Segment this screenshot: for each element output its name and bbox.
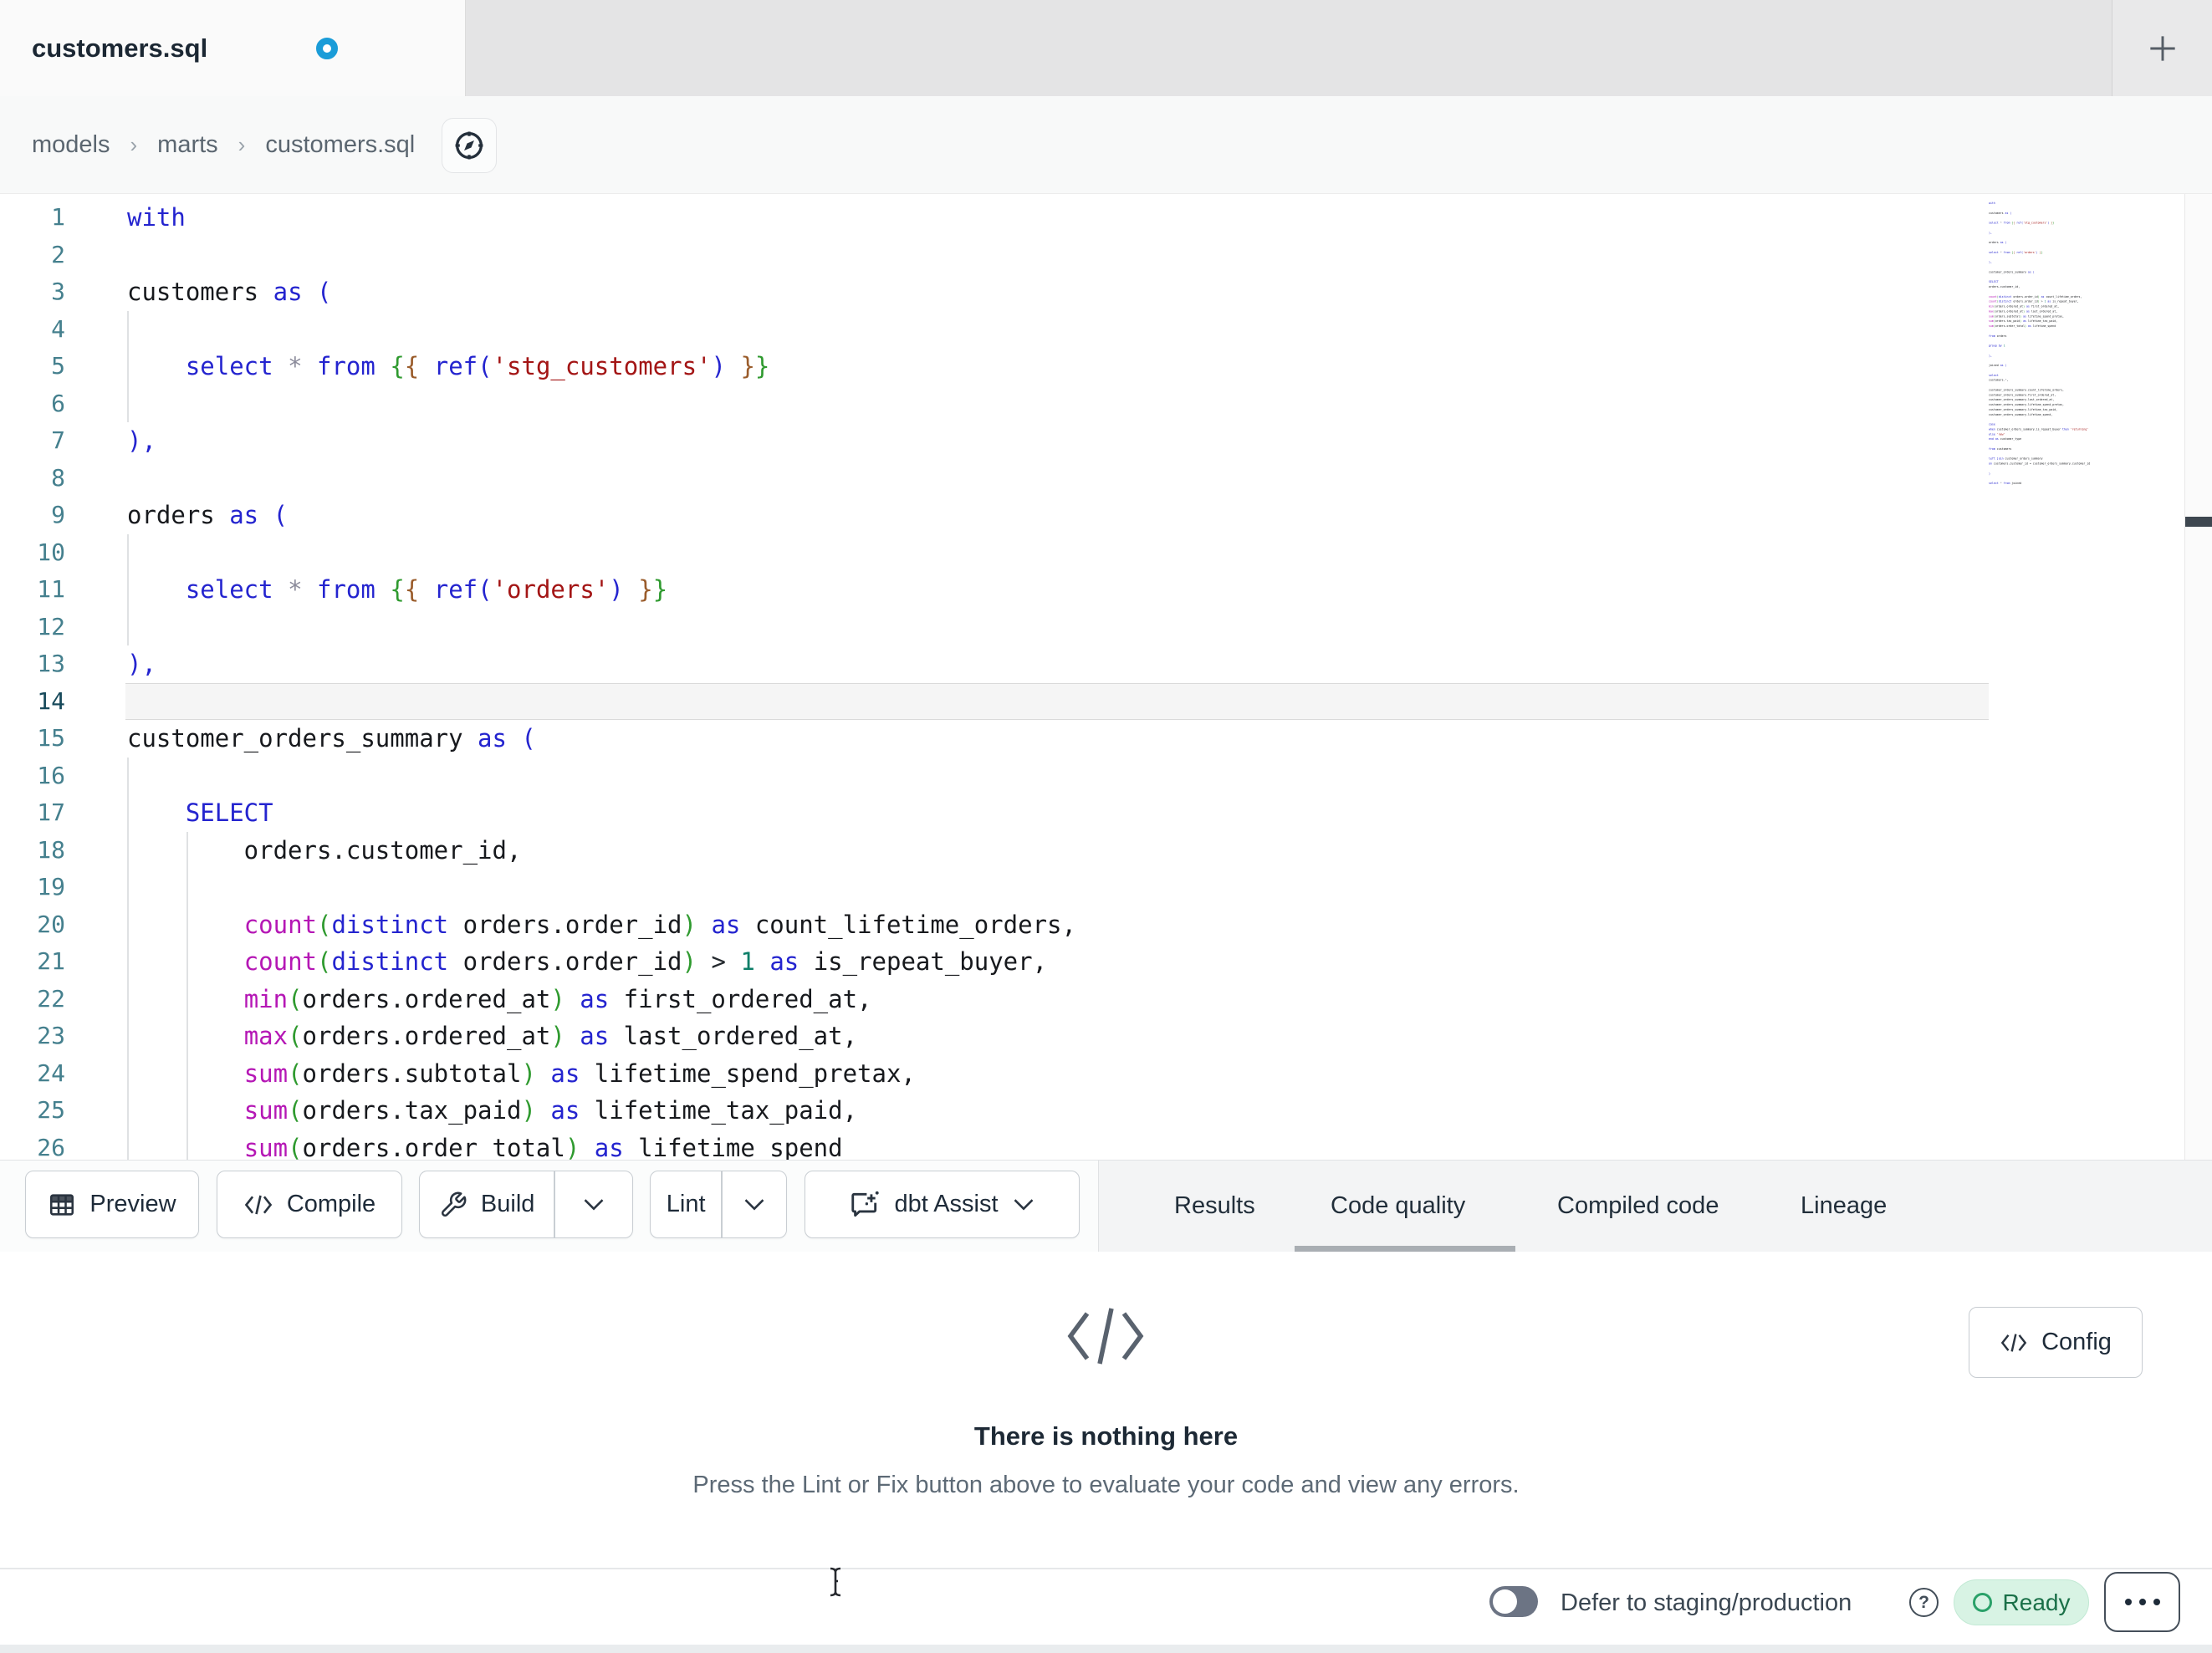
breadcrumb-separator: ›	[130, 132, 138, 157]
text-cursor-pointer	[830, 1567, 841, 1597]
active-tab-underline	[1295, 1246, 1515, 1252]
preview-button[interactable]: Preview	[25, 1171, 199, 1238]
compass-icon	[455, 131, 483, 159]
code-icon	[2000, 1333, 2027, 1352]
lint-button[interactable]: Lint	[651, 1171, 721, 1237]
plus-icon[interactable]	[2144, 30, 2181, 67]
explore-lineage-button[interactable]	[442, 117, 498, 173]
dbt-assist-button[interactable]: dbt Assist	[805, 1171, 1080, 1238]
dbt-assist-button-label: dbt Assist	[894, 1191, 999, 1217]
chevron-down-icon	[744, 1198, 764, 1210]
file-tab-title: customers.sql	[32, 33, 208, 63]
more-options-button[interactable]	[2104, 1572, 2180, 1632]
build-button-label: Build	[480, 1191, 535, 1217]
status-bar	[0, 1568, 2212, 1645]
config-button-label: Config	[2041, 1329, 2112, 1355]
editor-tab-bar: customers.sql	[0, 0, 2212, 96]
ellipsis-icon	[2124, 1599, 2132, 1605]
breadcrumb-models[interactable]: models	[32, 131, 110, 159]
empty-state-subtitle: Press the Lint or Fix button above to ev…	[692, 1472, 1520, 1498]
toggle-knob	[1493, 1589, 1517, 1614]
compile-button-label: Compile	[286, 1191, 376, 1217]
dbt-ide-window: customers.sql models › marts › customers…	[0, 0, 2212, 1653]
breadcrumb-marts[interactable]: marts	[157, 131, 218, 159]
overview-ruler[interactable]	[2184, 194, 2212, 1160]
code-quality-panel	[0, 1252, 2212, 1568]
breadcrumb-file[interactable]: customers.sql	[265, 131, 415, 159]
assist-chat-sparkle-icon	[851, 1191, 880, 1217]
lint-dropdown-button[interactable]	[723, 1171, 786, 1237]
config-button[interactable]: Config	[1969, 1307, 2143, 1378]
breadcrumb: models › marts › customers.sql	[32, 96, 498, 194]
status-badge-ready: Ready	[1954, 1579, 2089, 1625]
defer-toggle[interactable]	[1489, 1586, 1538, 1617]
lint-split-button: Lint	[650, 1171, 787, 1238]
tab-results[interactable]: Results	[1174, 1181, 1255, 1231]
tab-code-quality[interactable]: Code quality	[1331, 1181, 1465, 1231]
file-tab-customers-sql[interactable]: customers.sql	[0, 0, 466, 96]
preview-button-label: Preview	[89, 1191, 176, 1217]
line-number-gutter: 1 2 3 4 5 6 7 8 9 10 11 12 13 14 15 16 17 18 19 20 21 22 23 24 2…	[37, 203, 65, 1161]
tab-compiled-code[interactable]: Compiled code	[1557, 1181, 1719, 1231]
bottom-edge-strip	[0, 1645, 2212, 1653]
compile-button[interactable]: Compile	[217, 1171, 402, 1238]
new-tab-zone	[2112, 0, 2212, 96]
empty-state-title: There is nothing here	[973, 1421, 1239, 1451]
build-dropdown-button[interactable]	[555, 1171, 632, 1237]
unsaved-changes-dot-icon	[316, 37, 339, 59]
code-content[interactable]: with customers as ( select * from {{ ref…	[127, 199, 1076, 1160]
wrench-icon	[441, 1191, 467, 1217]
table-icon	[50, 1193, 74, 1216]
code-icon	[244, 1195, 273, 1214]
breadcrumb-row: models › marts › customers.sql Save	[0, 96, 2212, 265]
tab-lineage[interactable]: Lineage	[1801, 1181, 1887, 1231]
lint-button-label: Lint	[666, 1191, 706, 1217]
minimap[interactable]: with customers as ( select * from {{ ref…	[1989, 201, 2184, 1154]
chevron-down-icon	[584, 1198, 604, 1210]
defer-label: Defer to staging/production	[1561, 1589, 1852, 1616]
help-icon[interactable]: ?	[1909, 1588, 1939, 1617]
build-split-button: Build	[419, 1171, 633, 1238]
overview-ruler-marker	[2185, 517, 2212, 527]
ready-label: Ready	[2002, 1589, 2071, 1615]
code-editor[interactable]: 1 2 3 4 5 6 7 8 9 10 11 12 13 14 15 16 17 18 19 20 21 22 23 24 2…	[0, 194, 2212, 1161]
code-empty-icon	[1067, 1308, 1144, 1365]
chevron-down-icon	[1014, 1198, 1033, 1210]
build-button[interactable]: Build	[420, 1171, 554, 1237]
ready-circle-icon	[1972, 1593, 1992, 1612]
breadcrumb-separator: ›	[238, 132, 246, 157]
